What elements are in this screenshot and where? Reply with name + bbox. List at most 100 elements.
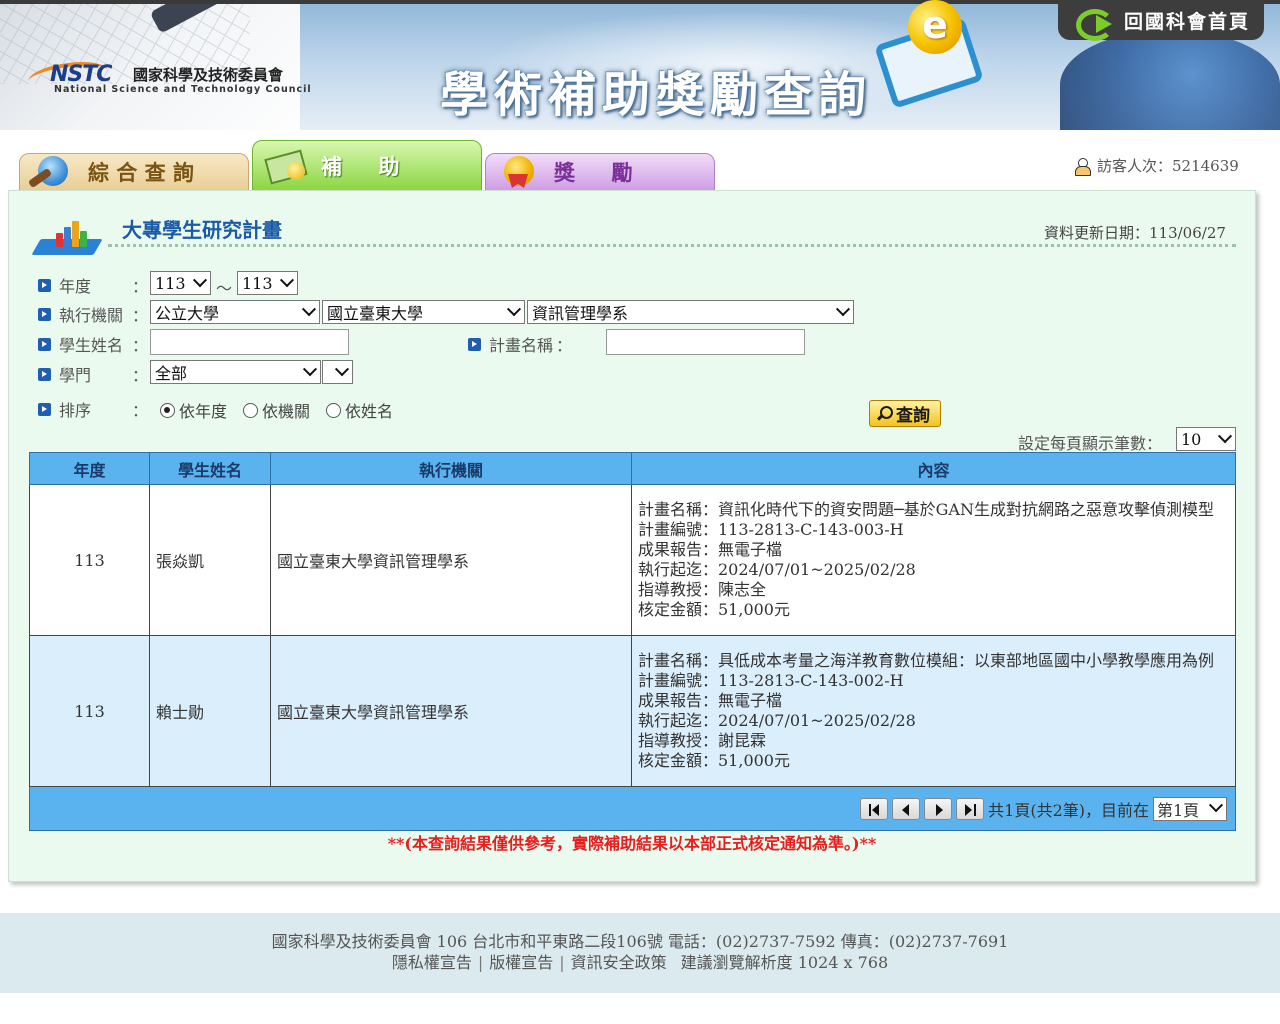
money-icon (261, 148, 313, 184)
logo-english-name: National Science and Technology Council (54, 84, 312, 95)
bullet-arrow-icon (468, 337, 481, 351)
tab-award[interactable]: 獎 勵 (485, 153, 715, 191)
query-button[interactable]: 查詢 (869, 400, 941, 427)
last-page-button[interactable] (956, 797, 985, 820)
discipline-label: 學門 (59, 366, 92, 385)
medal-icon (494, 154, 546, 190)
bullet-arrow-icon (38, 307, 51, 321)
amount-line: 核定金額：51,000元 (638, 751, 790, 770)
security-policy-link[interactable]: 資訊安全政策 (571, 953, 667, 972)
page-select[interactable]: 第1頁 (1153, 796, 1227, 821)
update-date: 資料更新日期：113/06/27 (1044, 224, 1226, 242)
project-name-input[interactable] (606, 329, 805, 355)
project-name-line: 計畫名稱：資訊化時代下的資安問題─基於GAN生成對抗網路之惡意攻擊偵測模型 (638, 500, 1214, 519)
copyright-link[interactable]: 版權宣告 (489, 953, 553, 972)
globe-search-icon (28, 154, 80, 190)
user-icon (1075, 157, 1091, 176)
tab-general-query[interactable]: 綜 合 查 詢 (19, 153, 249, 191)
tab-grant[interactable]: 補 助 (252, 140, 482, 191)
footer-links: 隱私權宣告 | 版權宣告 | 資訊安全政策 建議瀏覽解析度 1024 x 768 (0, 952, 1280, 973)
nstc-logo[interactable]: NSTC 國家科學及技術委員會 National Science and Tec… (26, 55, 328, 100)
divider (108, 244, 1236, 247)
link-separator: | (477, 953, 484, 972)
advisor-line: 指導教授：陳志全 (638, 580, 767, 599)
disclaimer-text: **(本查詢結果僅供參考，實際補助結果以本部正式核定通知為準。)** (387, 834, 877, 853)
colon: ： (132, 366, 149, 385)
institution-label: 執行機關 (59, 306, 124, 325)
home-link-label: 回國科會首頁 (1124, 10, 1251, 33)
cell-institution: 國立臺東大學資訊管理學系 (270, 484, 632, 636)
globe-decoration (1060, 30, 1280, 130)
radio-unchecked-icon (243, 402, 258, 418)
discipline-sub-select[interactable] (322, 360, 353, 384)
chevron-down-icon (506, 302, 522, 317)
chevron-down-icon (1217, 429, 1233, 444)
chevron-down-icon (302, 362, 318, 377)
colon: ： (132, 306, 149, 325)
sort-row: 排序 (38, 397, 91, 421)
prev-page-button[interactable] (892, 797, 921, 820)
sort-by-institution-radio[interactable]: 依機關 (243, 398, 310, 422)
colon: ： (132, 277, 149, 296)
project-number-line: 計畫編號：113-2813-C-143-002-H (638, 671, 904, 690)
chevron-down-icon (1208, 797, 1224, 812)
cell-year: 113 (29, 484, 150, 636)
sort-label: 排序 (59, 401, 92, 420)
last-page-icon (965, 803, 973, 816)
period-line: 執行起迄：2024/07/01~2025/02/28 (638, 560, 916, 579)
report-line: 成果報告：無電子檔 (638, 540, 783, 559)
discipline-row: 學門 (38, 362, 91, 386)
discipline-value: 全部 (155, 364, 188, 383)
home-link-button[interactable]: 回國科會首頁 (1058, 0, 1264, 41)
institution-type-select[interactable]: 公立大學 (150, 300, 320, 324)
resolution-note: 建議瀏覽解析度 1024 x 768 (680, 953, 889, 972)
query-button-label: 查詢 (896, 406, 930, 426)
year-from-select[interactable]: 113 (150, 271, 211, 295)
first-page-button[interactable] (860, 797, 889, 820)
student-name-label: 學生姓名 (59, 336, 124, 355)
institution-row: 執行機關 (38, 302, 123, 326)
institution-select[interactable]: 國立臺東大學 (322, 300, 525, 324)
per-page-label: 設定每頁顯示筆數： (1018, 434, 1163, 453)
year-to-value: 113 (242, 273, 273, 293)
colon: ： (556, 336, 573, 355)
cell-institution: 國立臺東大學資訊管理學系 (270, 635, 632, 787)
year-to-select[interactable]: 113 (237, 271, 298, 295)
report-line: 成果報告：無電子檔 (638, 691, 783, 710)
next-page-icon (936, 803, 944, 816)
pager-summary: 共1頁(共2筆)，目前在 (988, 800, 1149, 820)
discipline-select[interactable]: 全部 (150, 360, 321, 384)
sort-option-label: 依姓名 (345, 402, 394, 421)
tab-label: 綜 合 查 詢 (88, 160, 194, 185)
colon: ： (132, 336, 149, 355)
pager-row: 共1頁(共2筆)，目前在 第1頁 (29, 786, 1236, 831)
period-line: 執行起迄：2024/07/01~2025/02/28 (638, 711, 916, 730)
sort-by-year-radio[interactable]: 依年度 (160, 398, 227, 422)
col-year-header: 年度 (29, 452, 150, 485)
prev-page-icon (902, 803, 910, 816)
site-title: 學術補助獎勵查詢 (440, 67, 873, 123)
bullet-arrow-icon (38, 367, 51, 381)
department-select[interactable]: 資訊管理學系 (527, 300, 854, 324)
year-from-value: 113 (155, 273, 186, 293)
chevron-down-icon (334, 362, 350, 377)
results-table: 年度 學生姓名 執行機關 內容 113 張焱凱 國立臺東大學資訊管理學系 計畫名… (29, 452, 1236, 831)
magnifier-icon (876, 405, 893, 423)
header-banner: NSTC 國家科學及技術委員會 National Science and Tec… (0, 0, 1280, 130)
link-separator: | (559, 953, 565, 972)
amount-line: 核定金額：51,000元 (638, 600, 790, 619)
student-name-input[interactable] (150, 329, 349, 355)
chevron-down-icon (301, 302, 317, 317)
bullet-arrow-icon (38, 402, 51, 416)
institution-value: 國立臺東大學 (327, 304, 424, 323)
sort-by-name-radio[interactable]: 依姓名 (326, 398, 393, 422)
per-page-select[interactable]: 10 (1176, 427, 1236, 451)
sort-option-label: 依機關 (262, 402, 311, 421)
privacy-link[interactable]: 隱私權宣告 (392, 953, 472, 972)
table-row: 113 賴士勛 國立臺東大學資訊管理學系 計畫名稱：具低成本考量之海洋教育數位模… (29, 635, 1236, 787)
e-screen-icon: e (870, 0, 990, 120)
project-name-label: 計畫名稱 (489, 336, 554, 355)
cell-student-name: 賴士勛 (149, 635, 271, 787)
next-page-button[interactable] (924, 797, 953, 820)
pager-cell: 共1頁(共2筆)，目前在 第1頁 (29, 786, 1236, 831)
